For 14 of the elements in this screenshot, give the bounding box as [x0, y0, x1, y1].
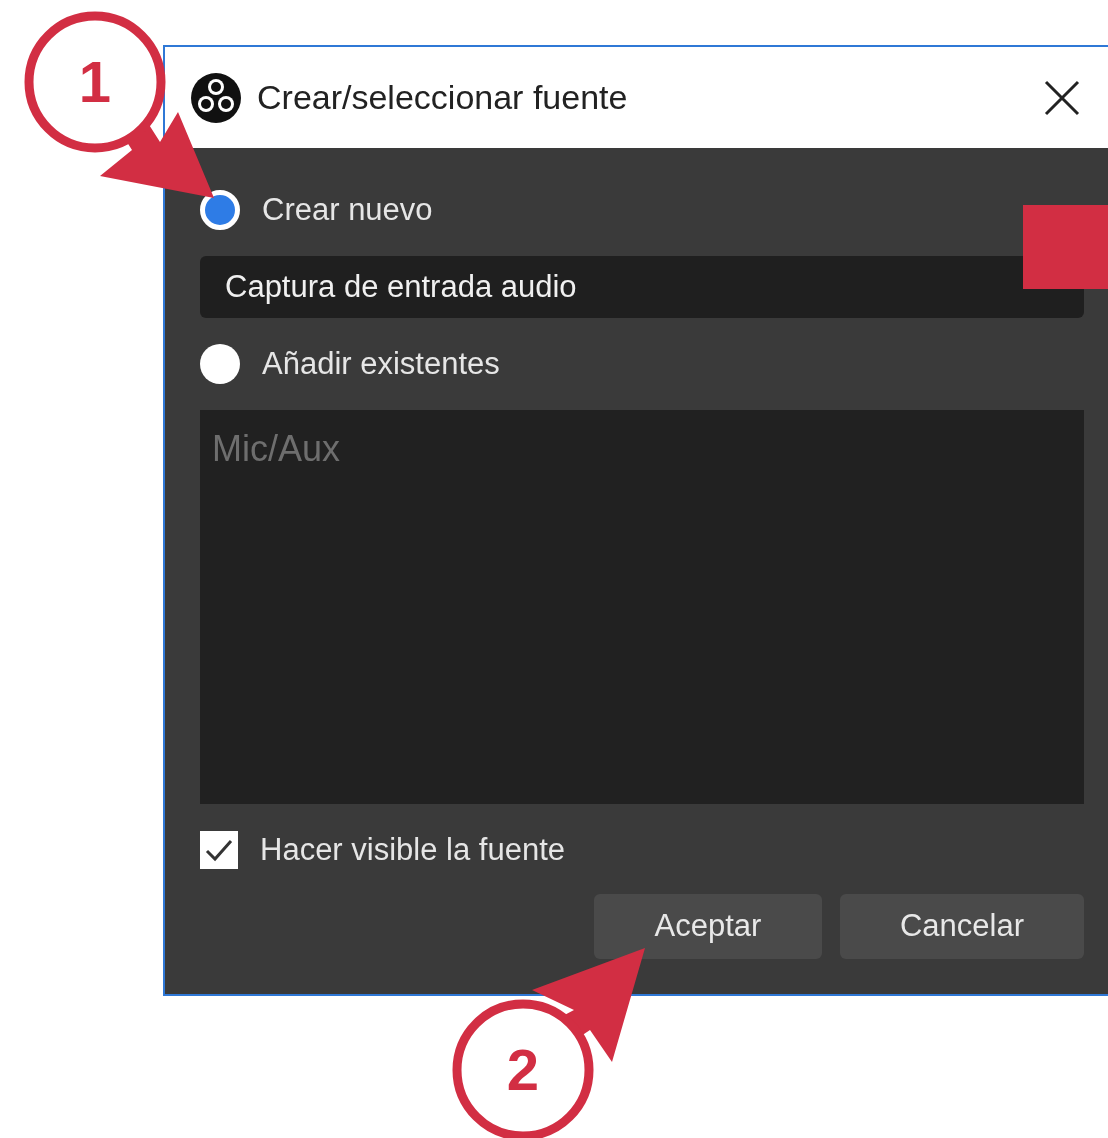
- checkbox[interactable]: [200, 831, 238, 869]
- window-title: Crear/seleccionar fuente: [257, 77, 629, 118]
- cancel-button[interactable]: Cancelar: [840, 894, 1084, 959]
- accept-button[interactable]: Aceptar: [594, 894, 822, 959]
- step-number: 2: [506, 1037, 540, 1102]
- radio-button[interactable]: [200, 344, 240, 384]
- step-number: 1: [78, 49, 112, 114]
- close-icon[interactable]: [1044, 79, 1080, 116]
- radio-label[interactable]: Crear nuevo: [262, 186, 433, 234]
- app-logo-icon: [191, 72, 241, 123]
- radio-button[interactable]: [200, 190, 240, 230]
- checkbox-label[interactable]: Hacer visible la fuente: [260, 826, 565, 874]
- source-type-dropdown[interactable]: Captura de entrada audio: [200, 256, 1084, 318]
- radio-label[interactable]: Añadir existentes: [262, 340, 500, 388]
